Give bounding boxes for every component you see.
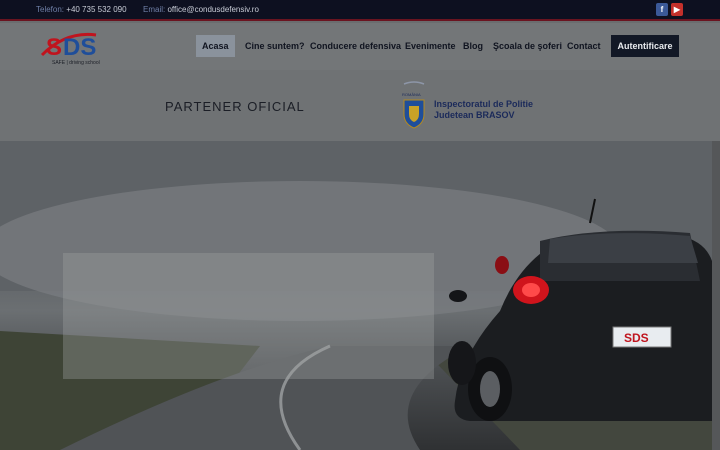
svg-text:DS: DS [63,34,96,61]
nav-blog[interactable]: Blog [457,35,489,57]
partner-label: PARTENER OFICIAL [165,99,305,114]
phone-number[interactable]: +40 735 532 090 [66,5,126,14]
facebook-icon[interactable]: f [656,3,668,16]
partner-organization[interactable]: Inspectoratul de Politie Judetean BRASOV [434,99,533,121]
police-crest-icon: ROMÂNIA [400,80,428,130]
email-label: Email: [143,5,166,14]
nav-contact[interactable]: Contact [561,35,607,57]
crest-caption: ROMÂNIA [402,92,421,97]
org-line-2: Judetean BRASOV [434,110,515,120]
hero-text-panel [63,253,434,379]
nav-cine-suntem[interactable]: Cine suntem? [239,35,311,57]
phone-info[interactable]: Telefon: +40 735 532 090 [36,5,127,14]
site-logo[interactable]: S DS SAFE | driving school [36,25,108,67]
top-contact-bar: Telefon: +40 735 532 090 Email: office@c… [0,0,720,21]
hero-banner: SDS [0,141,712,450]
svg-text:S: S [46,34,62,61]
plate-text: SDS [624,331,649,345]
nav-scoala-de-soferi[interactable]: Şcoala de şoferi [487,35,568,57]
org-line-1: Inspectoratul de Politie [434,99,534,109]
phone-label: Telefon: [36,5,65,14]
login-button[interactable]: Autentificare [611,35,679,57]
nav-evenimente[interactable]: Evenimente [399,35,462,57]
email-address[interactable]: office@condusdefensiv.ro [167,5,258,14]
partner-section: PARTENER OFICIAL ROMÂNIA Inspectoratul d… [0,70,720,141]
email-info[interactable]: Email: office@condusdefensiv.ro [143,5,259,14]
nav-conducere-defensiva[interactable]: Conducere defensiva [304,35,407,57]
logo-tagline: SAFE | driving school [52,60,100,66]
youtube-icon[interactable]: ▶ [671,3,683,16]
page-scroll-edge [712,141,720,450]
main-header: S DS SAFE | driving school Acasa Cine su… [0,23,720,70]
nav-acasa[interactable]: Acasa [196,35,235,57]
